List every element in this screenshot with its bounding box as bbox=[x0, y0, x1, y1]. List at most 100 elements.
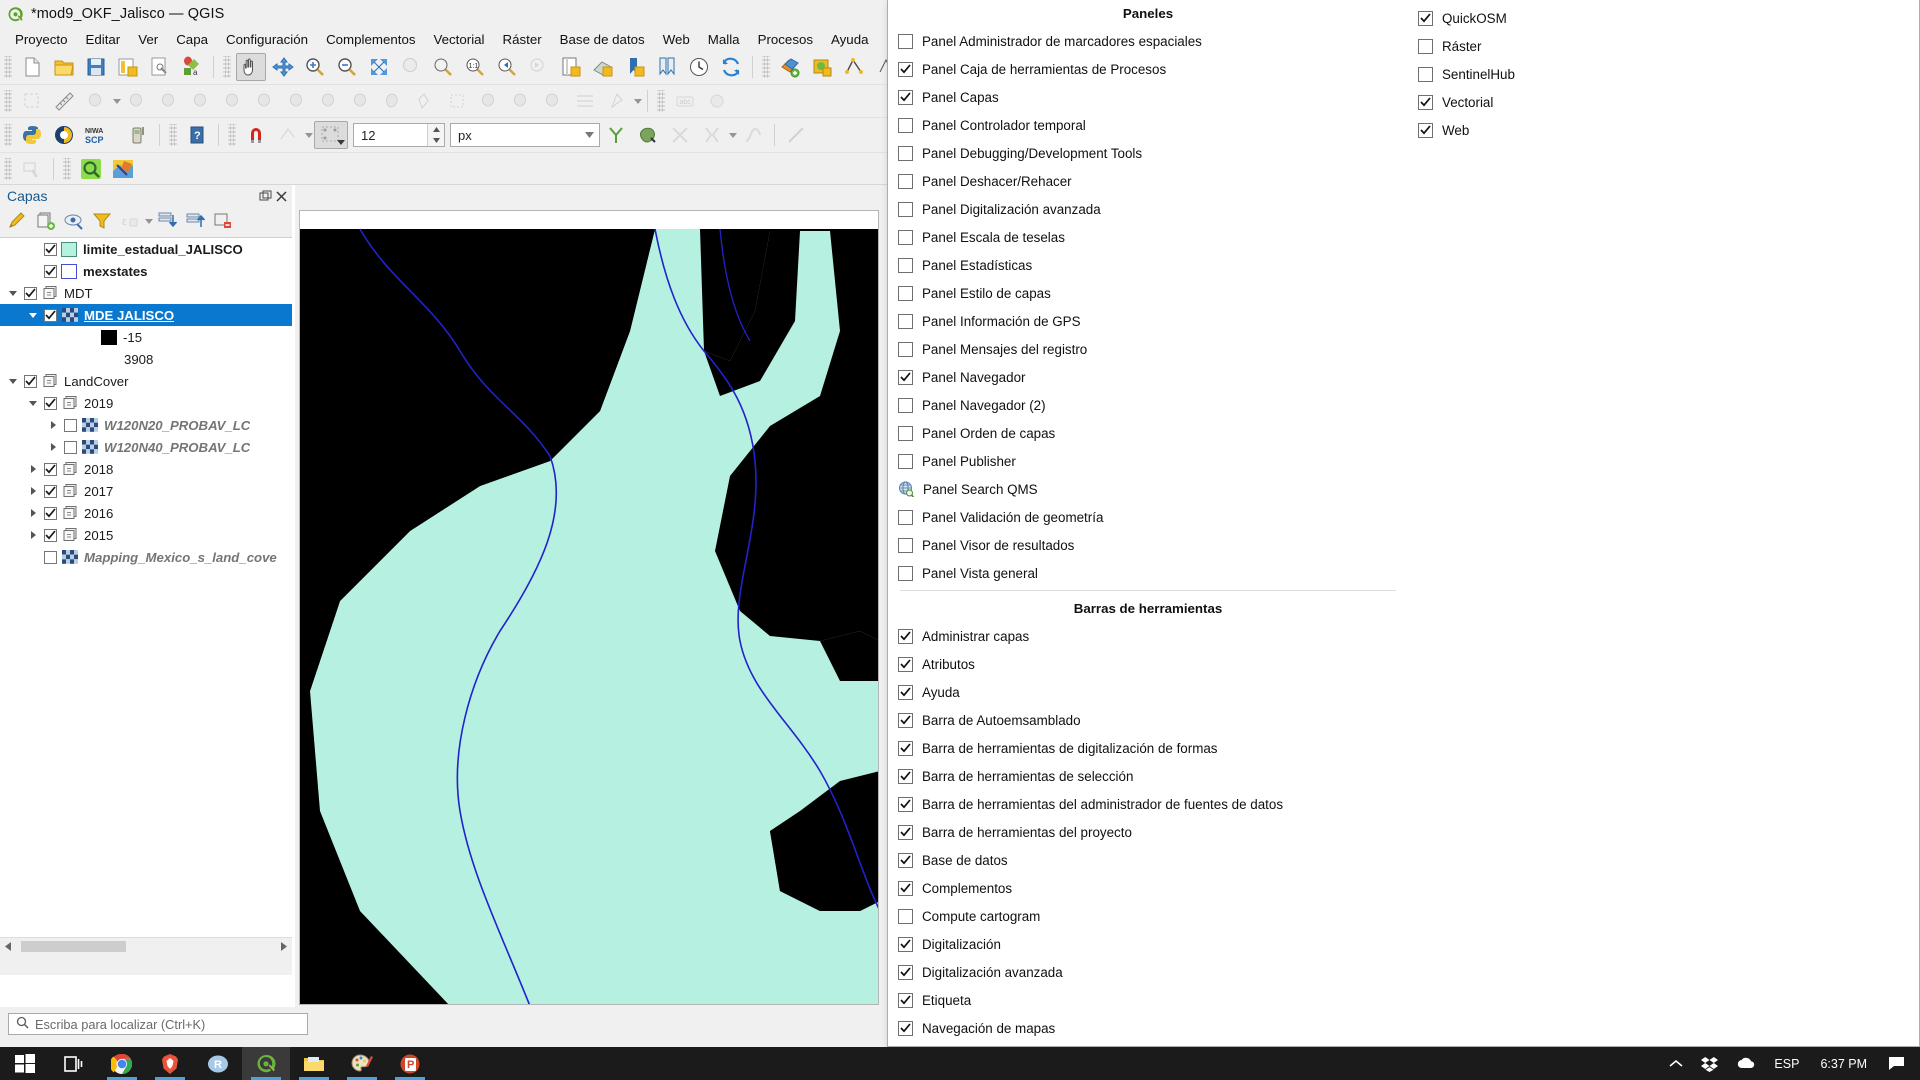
checkbox-checked[interactable] bbox=[1418, 94, 1433, 110]
checkbox-unchecked[interactable] bbox=[898, 313, 913, 329]
modify-attributes-button[interactable] bbox=[186, 87, 216, 115]
menu-vectorial[interactable]: Vectorial bbox=[425, 30, 494, 49]
dropbox-icon[interactable] bbox=[1692, 1047, 1727, 1080]
python-console-button[interactable] bbox=[17, 121, 47, 149]
float-panel-button[interactable] bbox=[259, 190, 272, 203]
snapping-units-select[interactable]: px bbox=[450, 123, 600, 147]
qms-search-button[interactable] bbox=[76, 155, 106, 183]
refresh-button[interactable] bbox=[716, 53, 746, 81]
toolbar-menu-right-item[interactable]: Ráster bbox=[1408, 32, 1918, 60]
toolbar-menu-right-item[interactable]: Web bbox=[1408, 116, 1918, 144]
split-features-button[interactable] bbox=[378, 87, 408, 115]
reshape-features-button[interactable] bbox=[346, 87, 376, 115]
zoom-out-button[interactable] bbox=[332, 53, 362, 81]
toolbar-menu-item[interactable]: Administrar capas bbox=[888, 622, 1408, 650]
checkbox-checked[interactable] bbox=[898, 89, 913, 105]
menu-capa[interactable]: Capa bbox=[167, 30, 217, 49]
panel-menu-item[interactable]: Panel Controlador temporal bbox=[888, 111, 1408, 139]
checkbox-unchecked[interactable] bbox=[898, 397, 913, 413]
trace-button[interactable] bbox=[738, 121, 768, 149]
semi-automatic-classification-button[interactable] bbox=[49, 121, 79, 149]
style-manager-button[interactable]: a bbox=[177, 53, 207, 81]
menu-configuracion[interactable]: Configuración bbox=[217, 30, 317, 49]
toolbar-grip[interactable] bbox=[657, 90, 665, 112]
panel-menu-item[interactable]: Panel Visor de resultados bbox=[888, 531, 1408, 559]
toolbar-grip[interactable] bbox=[4, 90, 12, 112]
snap-to-intersection-button[interactable] bbox=[665, 121, 695, 149]
layer-tree[interactable]: limite_estadual_JALISCO mexstates MDT MDE J… bbox=[0, 237, 292, 937]
add-ring-button[interactable] bbox=[442, 87, 472, 115]
toolbar-grip[interactable] bbox=[762, 56, 770, 78]
snapping-options-button[interactable] bbox=[273, 121, 303, 149]
toolbar-grip[interactable] bbox=[4, 56, 12, 78]
zoom-native-resolution-button[interactable]: 1:1 bbox=[460, 53, 490, 81]
toolbar-menu-right-item[interactable]: SentinelHub bbox=[1408, 60, 1918, 88]
menu-ayuda[interactable]: Ayuda bbox=[822, 30, 877, 49]
layer-tree-row[interactable]: Mapping_Mexico_s_land_cove bbox=[0, 546, 292, 568]
layer-visibility-checkbox[interactable] bbox=[44, 396, 57, 410]
layer-visibility-checkbox[interactable] bbox=[44, 484, 57, 498]
panel-menu-item[interactable]: Panel Orden de capas bbox=[888, 419, 1408, 447]
toolbar-menu-item[interactable]: Barra de herramientas del administrador … bbox=[888, 790, 1408, 818]
checkbox-unchecked[interactable] bbox=[1418, 38, 1433, 54]
merge-features-button[interactable] bbox=[474, 87, 504, 115]
checkbox-unchecked[interactable] bbox=[1418, 66, 1433, 82]
new-print-layout-button[interactable] bbox=[145, 53, 175, 81]
layer-tree-row[interactable]: W120N20_PROBAV_LC bbox=[0, 414, 292, 436]
toolbar-grip[interactable] bbox=[4, 157, 12, 180]
zoom-full-button[interactable] bbox=[364, 53, 394, 81]
chevron-down-icon[interactable] bbox=[113, 98, 121, 104]
gps-information-button[interactable] bbox=[123, 121, 153, 149]
panel-menu-item[interactable]: Panel Información de GPS bbox=[888, 307, 1408, 335]
checkbox-unchecked[interactable] bbox=[898, 453, 913, 469]
checkbox-checked[interactable] bbox=[898, 712, 913, 728]
multi-edit-button[interactable] bbox=[570, 87, 600, 115]
show-hide-labels-button[interactable] bbox=[702, 87, 732, 115]
checkbox-unchecked[interactable] bbox=[898, 908, 913, 924]
add-mesh-layer-button[interactable] bbox=[839, 53, 869, 81]
layer-tree-row[interactable]: limite_estadual_JALISCO bbox=[0, 238, 292, 260]
chevron-down-icon[interactable] bbox=[579, 132, 599, 138]
toolbar-menu-right-item[interactable]: QuickOSM bbox=[1408, 4, 1918, 32]
toolbar-menu-item[interactable]: Digitalización bbox=[888, 930, 1408, 958]
panel-menu-item[interactable]: Panel Administrador de marcadores espaci… bbox=[888, 27, 1408, 55]
toolbar-menu-item[interactable]: Complementos bbox=[888, 874, 1408, 902]
powerpoint-button[interactable]: P bbox=[386, 1047, 434, 1080]
checkbox-unchecked[interactable] bbox=[898, 33, 913, 49]
avoid-overlap-button[interactable] bbox=[633, 121, 663, 149]
spinner-up-icon[interactable] bbox=[428, 124, 444, 135]
layer-tree-row[interactable]: MDT bbox=[0, 282, 292, 304]
paint-button[interactable] bbox=[338, 1047, 386, 1080]
layer-tree-row[interactable]: mexstates bbox=[0, 260, 292, 282]
toolbar-grip[interactable] bbox=[228, 124, 236, 146]
open-layer-styling-panel-button[interactable] bbox=[4, 209, 32, 233]
label-tool-button[interactable]: abc bbox=[670, 87, 700, 115]
checkbox-unchecked[interactable] bbox=[898, 537, 913, 553]
expander-open-icon[interactable] bbox=[24, 400, 42, 406]
onedrive-icon[interactable] bbox=[1727, 1047, 1765, 1080]
task-view-button[interactable] bbox=[50, 1047, 98, 1080]
layer-tree-row[interactable]: MDE JALISCO bbox=[0, 304, 292, 326]
layer-tree-row[interactable]: W120N40_PROBAV_LC bbox=[0, 436, 292, 458]
checkbox-checked[interactable] bbox=[898, 684, 913, 700]
checkbox-checked[interactable] bbox=[898, 796, 913, 812]
menu-proyecto[interactable]: Proyecto bbox=[6, 30, 76, 49]
panel-menu-item[interactable]: Panel Mensajes del registro bbox=[888, 335, 1408, 363]
menu-editar[interactable]: Editar bbox=[76, 30, 129, 49]
checkbox-unchecked[interactable] bbox=[898, 173, 913, 189]
toolbar-menu-item[interactable]: Compute cartogram bbox=[888, 902, 1408, 930]
expander-open-icon[interactable] bbox=[24, 312, 42, 318]
panel-menu-item[interactable]: Panel Validación de geometría bbox=[888, 503, 1408, 531]
checkbox-unchecked[interactable] bbox=[898, 425, 913, 441]
checkbox-checked[interactable] bbox=[898, 768, 913, 784]
layer-tree-row[interactable]: 2017 bbox=[0, 480, 292, 502]
clock[interactable]: 6:37 PM bbox=[1808, 1057, 1879, 1071]
close-panel-button[interactable] bbox=[275, 190, 288, 203]
panels-toolbars-dropdown-menu[interactable]: Paneles Panel Administrador de marcadore… bbox=[887, 0, 1920, 1047]
manage-map-themes-button[interactable] bbox=[60, 209, 88, 233]
file-explorer-button[interactable] bbox=[290, 1047, 338, 1080]
locator-search-input[interactable]: Escriba para localizar (Ctrl+K) bbox=[8, 1013, 308, 1035]
menu-raster[interactable]: Ráster bbox=[494, 30, 551, 49]
paste-feature-button[interactable] bbox=[250, 87, 280, 115]
menu-procesos[interactable]: Procesos bbox=[749, 30, 822, 49]
